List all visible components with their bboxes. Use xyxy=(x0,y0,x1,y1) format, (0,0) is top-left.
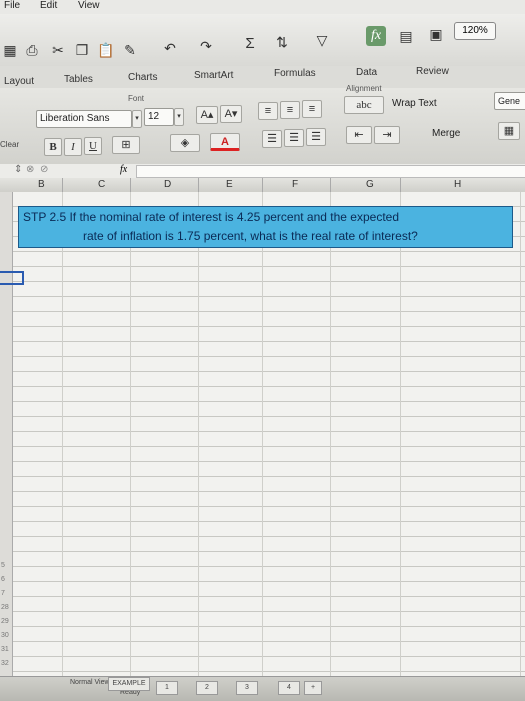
clear-button[interactable]: Clear xyxy=(0,140,19,149)
align-center-icon[interactable]: ☰ xyxy=(284,129,304,147)
column-header-e[interactable]: E xyxy=(226,179,233,190)
merge-button[interactable]: Merge xyxy=(432,128,460,139)
column-header-h[interactable]: H xyxy=(454,179,461,190)
undo-icon[interactable]: ↶ xyxy=(160,38,180,58)
normal-view-label[interactable]: Normal View xyxy=(70,679,110,686)
align-left-icon[interactable]: ☰ xyxy=(262,130,282,148)
sheet-tab-example[interactable]: EXAMPLE xyxy=(108,677,150,691)
column-headers: B C D E F G H xyxy=(0,178,525,193)
alignment-group-label: Alignment xyxy=(346,84,382,93)
number-format-select[interactable]: Gene xyxy=(494,92,525,110)
confirm-icon[interactable]: ⊘ xyxy=(40,164,48,175)
tab-layout[interactable]: Layout xyxy=(4,76,34,87)
row-number[interactable]: 30 xyxy=(1,632,9,639)
menu-view[interactable]: View xyxy=(78,0,100,11)
bold-button[interactable]: B xyxy=(44,138,62,156)
row-number[interactable]: 29 xyxy=(1,618,9,625)
sort-icon[interactable]: ⇅ xyxy=(272,32,292,52)
gallery-icon[interactable]: ▤ xyxy=(396,26,416,46)
copy-icon[interactable]: ❐ xyxy=(72,40,92,60)
selected-cell[interactable] xyxy=(0,271,24,285)
autosum-icon[interactable]: Σ xyxy=(240,34,260,54)
question-text-line1: STP 2.5 If the nominal rate of interest … xyxy=(23,210,400,224)
row-headers: 5 6 7 28 29 30 31 32 xyxy=(0,192,13,682)
italic-button[interactable]: I xyxy=(64,138,82,156)
question-cell[interactable]: STP 2.5 If the nominal rate of interest … xyxy=(18,206,513,248)
column-header-d[interactable]: D xyxy=(164,179,171,190)
formula-builder-button[interactable]: fx xyxy=(366,26,386,46)
row-number[interactable]: 31 xyxy=(1,646,9,653)
align-bottom-icon[interactable]: ≡ xyxy=(302,100,322,118)
cut-icon[interactable]: ✂ xyxy=(48,40,68,60)
save-icon[interactable]: ▦ xyxy=(0,40,20,60)
row-number[interactable]: 5 xyxy=(1,562,5,569)
formula-fx-label: fx xyxy=(120,164,128,175)
row-number[interactable]: 28 xyxy=(1,604,9,611)
row-number[interactable]: 7 xyxy=(1,590,5,597)
menu-file[interactable]: File xyxy=(4,0,20,11)
grow-font-button[interactable]: A▴ xyxy=(196,106,218,124)
question-text-line2: rate of inflation is 1.75 percent, what … xyxy=(83,229,418,243)
font-size-select[interactable]: 12 xyxy=(144,108,174,126)
name-box-arrow-icon[interactable]: ⇕ xyxy=(14,164,22,175)
orientation-button[interactable]: abc xyxy=(344,96,384,114)
menu-edit[interactable]: Edit xyxy=(40,0,57,11)
toolbox-icon[interactable]: ▣ xyxy=(426,24,446,44)
formula-input[interactable] xyxy=(136,165,525,178)
fill-color-icon[interactable]: ◈ xyxy=(170,134,200,152)
underline-button[interactable]: U xyxy=(84,137,102,155)
font-name-dropdown-icon[interactable]: ▾ xyxy=(132,110,142,128)
ribbon-home: Font Alignment Liberation Sans ▾ 12 ▾ A▴… xyxy=(0,84,525,165)
tab-data[interactable]: Data xyxy=(356,67,377,78)
decrease-indent-icon[interactable]: ⇤ xyxy=(346,126,372,144)
redo-icon[interactable]: ↷ xyxy=(196,36,216,56)
tab-smartart[interactable]: SmartArt xyxy=(194,70,233,81)
column-header-f[interactable]: F xyxy=(292,179,298,190)
shrink-font-button[interactable]: A▾ xyxy=(220,105,242,123)
formula-bar: ⇕ ⊗ ⊘ fx xyxy=(0,164,525,179)
tab-formulas[interactable]: Formulas xyxy=(274,68,316,79)
sheet-tab-4[interactable]: 4 xyxy=(278,681,300,695)
column-header-g[interactable]: G xyxy=(366,179,374,190)
menu-bar: File Edit View xyxy=(0,0,525,14)
filter-icon[interactable]: ▽ xyxy=(312,30,332,50)
zoom-select[interactable]: 120% xyxy=(454,22,496,40)
tab-review[interactable]: Review xyxy=(416,66,449,77)
sheet-tab-1[interactable]: 1 xyxy=(156,681,178,695)
increase-indent-icon[interactable]: ⇥ xyxy=(374,126,400,144)
paste-icon[interactable]: 📋 xyxy=(96,40,116,60)
wrap-text-button[interactable]: Wrap Text xyxy=(392,98,437,109)
row-number[interactable]: 32 xyxy=(1,660,9,667)
print-icon[interactable]: ⎙ xyxy=(22,40,42,60)
borders-icon[interactable]: ⊞ xyxy=(112,136,140,154)
align-right-icon[interactable]: ☰ xyxy=(306,128,326,146)
conditional-format-icon[interactable]: ▦ xyxy=(498,122,520,140)
align-top-icon[interactable]: ≡ xyxy=(258,102,278,120)
font-color-button[interactable]: A xyxy=(210,133,240,151)
cancel-icon[interactable]: ⊗ xyxy=(26,164,34,175)
tab-charts[interactable]: Charts xyxy=(128,72,157,83)
font-size-dropdown-icon[interactable]: ▾ xyxy=(174,108,184,126)
status-bar: Normal View Ready EXAMPLE 1 2 3 4 + xyxy=(0,676,525,701)
sheet-tab-2[interactable]: 2 xyxy=(196,681,218,695)
tab-tables[interactable]: Tables xyxy=(64,74,93,85)
sheet-tab-3[interactable]: 3 xyxy=(236,681,258,695)
format-painter-icon[interactable]: ✎ xyxy=(120,40,140,60)
standard-toolbar: ▦ ⎙ ✂ ❐ 📋 ✎ ↶ ↷ Σ ⇅ ▽ fx ▤ ▣ 120% xyxy=(0,14,525,67)
ribbon-tabs: Layout Tables Charts SmartArt Formulas D… xyxy=(0,66,525,89)
align-middle-icon[interactable]: ≡ xyxy=(280,101,300,119)
add-sheet-icon[interactable]: + xyxy=(304,681,322,695)
column-header-b[interactable]: B xyxy=(38,179,45,190)
font-name-select[interactable]: Liberation Sans xyxy=(36,110,132,128)
row-number[interactable]: 6 xyxy=(1,576,5,583)
column-header-c[interactable]: C xyxy=(98,179,105,190)
font-group-label: Font xyxy=(128,94,145,103)
